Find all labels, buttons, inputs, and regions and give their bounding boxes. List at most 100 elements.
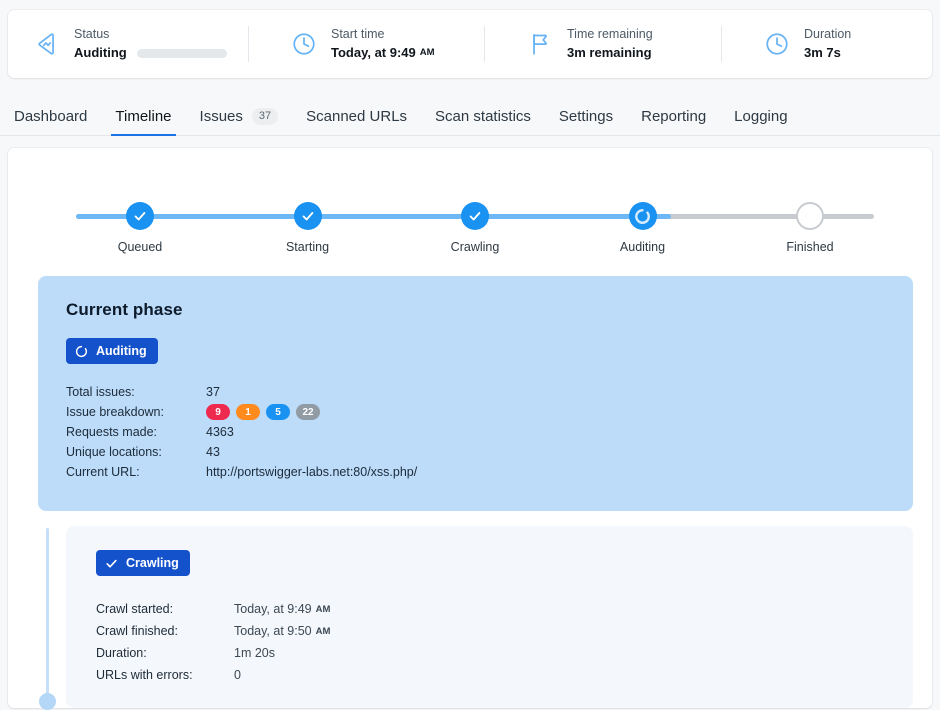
step-spinner-icon [628,202,657,230]
main-tabbar[interactable]: Dashboard Timeline Issues 37 Scanned URLs Sca… [0,96,940,136]
detail-value: 43 [206,445,220,459]
step-finished[interactable]: Finished [730,202,890,254]
summary-label-time-remaining: Time remaining [567,27,653,41]
detail-row: Requests made: 4363 [66,422,885,442]
tab-label: Settings [558,108,614,125]
summary-item-status: Status Auditing [8,10,248,78]
detail-value: Today, at 9:50 AM [234,624,330,638]
scan-stepper: Queued Starting Crawling Auditing Finished [60,202,890,272]
step-crawling[interactable]: Crawling [395,202,555,254]
tab-issues[interactable]: Issues 37 [186,97,293,136]
step-check-icon [126,202,154,230]
detail-value-text: Today, at 9:49 [234,602,312,616]
summary-label-duration: Duration [804,27,852,41]
detail-row: Current URL: http://portswigger-labs.net:… [66,462,885,482]
scan-progress-bar [136,48,227,58]
step-empty-icon [796,202,824,230]
check-icon [302,212,313,221]
timeline-rail-dot [39,693,56,710]
step-check-icon [461,202,489,230]
issue-badge-low[interactable]: 5 [266,404,290,420]
summary-item-start-time: Start time Today, at 9:49 AM [249,10,484,78]
tab-label: Dashboard [14,108,88,125]
detail-row: Total issues: 37 [66,382,885,402]
clock-icon [291,31,317,57]
current-phase-details: Total issues: 37 Issue breakdown: 9 1 5 22 Requ… [66,382,885,482]
tab-badge-count: 37 [251,108,279,125]
detail-key: Duration: [96,646,147,660]
scan-shield-icon [34,31,60,57]
tab-timeline[interactable]: Timeline [101,97,185,136]
tab-label: Reporting [641,108,707,125]
step-label: Crawling [450,240,500,254]
detail-value: 4363 [206,425,234,439]
step-label: Starting [285,240,330,254]
timeline-rail [46,528,49,708]
start-time-meridiem: AM [419,47,435,58]
issue-badge-medium[interactable]: 1 [236,404,260,420]
detail-key: Crawl finished: [96,624,178,638]
step-label: Auditing [619,240,666,254]
current-phase-title: Current phase [66,300,183,319]
detail-key: Total issues: [66,385,135,399]
summary-label-start-time: Start time [331,27,385,41]
step-queued[interactable]: Queued [60,202,220,254]
detail-key: Crawl started: [96,602,174,616]
tab-label: Scan statistics [435,108,531,125]
step-label: Finished [786,240,834,254]
current-phase-chip[interactable]: Auditing [66,338,158,364]
detail-row: Issue breakdown: 9 1 5 22 [66,402,885,422]
detail-key: URLs with errors: [96,668,193,682]
detail-value-text: Today, at 9:50 [234,624,312,638]
tab-label: Scanned URLs [306,108,408,125]
step-starting[interactable]: Starting [228,202,388,254]
detail-key: Issue breakdown: [66,405,164,419]
detail-key: Requests made: [66,425,158,439]
check-icon [469,212,481,221]
current-phase-chip-label: Auditing [96,344,147,358]
detail-value-text: 1m 20s [234,646,275,660]
tab-label: Timeline [115,108,172,125]
tab-label: Issues [199,108,243,125]
spinner-icon [75,345,88,357]
check-icon [106,559,117,568]
step-check-icon [293,202,322,230]
summary-value-time-remaining: 3m remaining [567,45,652,60]
issue-badge-info[interactable]: 22 [296,404,320,420]
step-label: Queued [117,240,163,254]
check-icon [134,212,146,221]
detail-value: 9 1 5 22 [206,404,320,420]
tab-scan-statistics[interactable]: Scan statistics [421,97,545,136]
summary-value-start-time: Today, at 9:49 AM [331,43,435,63]
tab-dashboard[interactable]: Dashboard [0,97,101,136]
detail-row: Crawl started: Today, at 9:49 AM [96,598,883,620]
spinner-icon [635,208,650,224]
detail-value-meridiem: AM [315,625,331,637]
summary-value-status: Auditing [74,43,227,63]
detail-row: Crawl finished: Today, at 9:50 AM [96,620,883,642]
tab-logging[interactable]: Logging [720,97,801,136]
tab-settings[interactable]: Settings [545,97,627,136]
detail-key: Unique locations: [66,445,162,459]
tab-label: Logging [734,108,788,125]
step-auditing[interactable]: Auditing [563,202,723,254]
crawl-phase-chip-label: Crawling [126,556,179,570]
detail-value: 1m 20s [234,646,275,660]
detail-key: Current URL: [66,465,140,479]
summary-item-duration: Duration 3m 7s [722,10,851,78]
crawl-phase-chip[interactable]: Crawling [96,550,190,576]
detail-row: URLs with errors: 0 [96,664,883,686]
issue-badge-high[interactable]: 9 [206,404,230,420]
tab-reporting[interactable]: Reporting [627,97,720,136]
tab-scanned-urls[interactable]: Scanned URLs [292,97,421,136]
detail-value: 37 [206,385,220,399]
clock-icon [764,31,790,57]
detail-value-text: 0 [234,668,241,682]
detail-value: http://portswigger-labs.net:80/xss.php/ [206,465,418,479]
detail-row: Duration: 1m 20s [96,642,883,664]
crawl-phase-details: Crawl started: Today, at 9:49 AM Crawl fini… [96,598,883,686]
flag-icon [527,31,553,57]
detail-value: 0 [234,668,241,682]
detail-value: Today, at 9:49 AM [234,602,330,616]
summary-item-time-remaining: Time remaining 3m remaining [485,10,721,78]
